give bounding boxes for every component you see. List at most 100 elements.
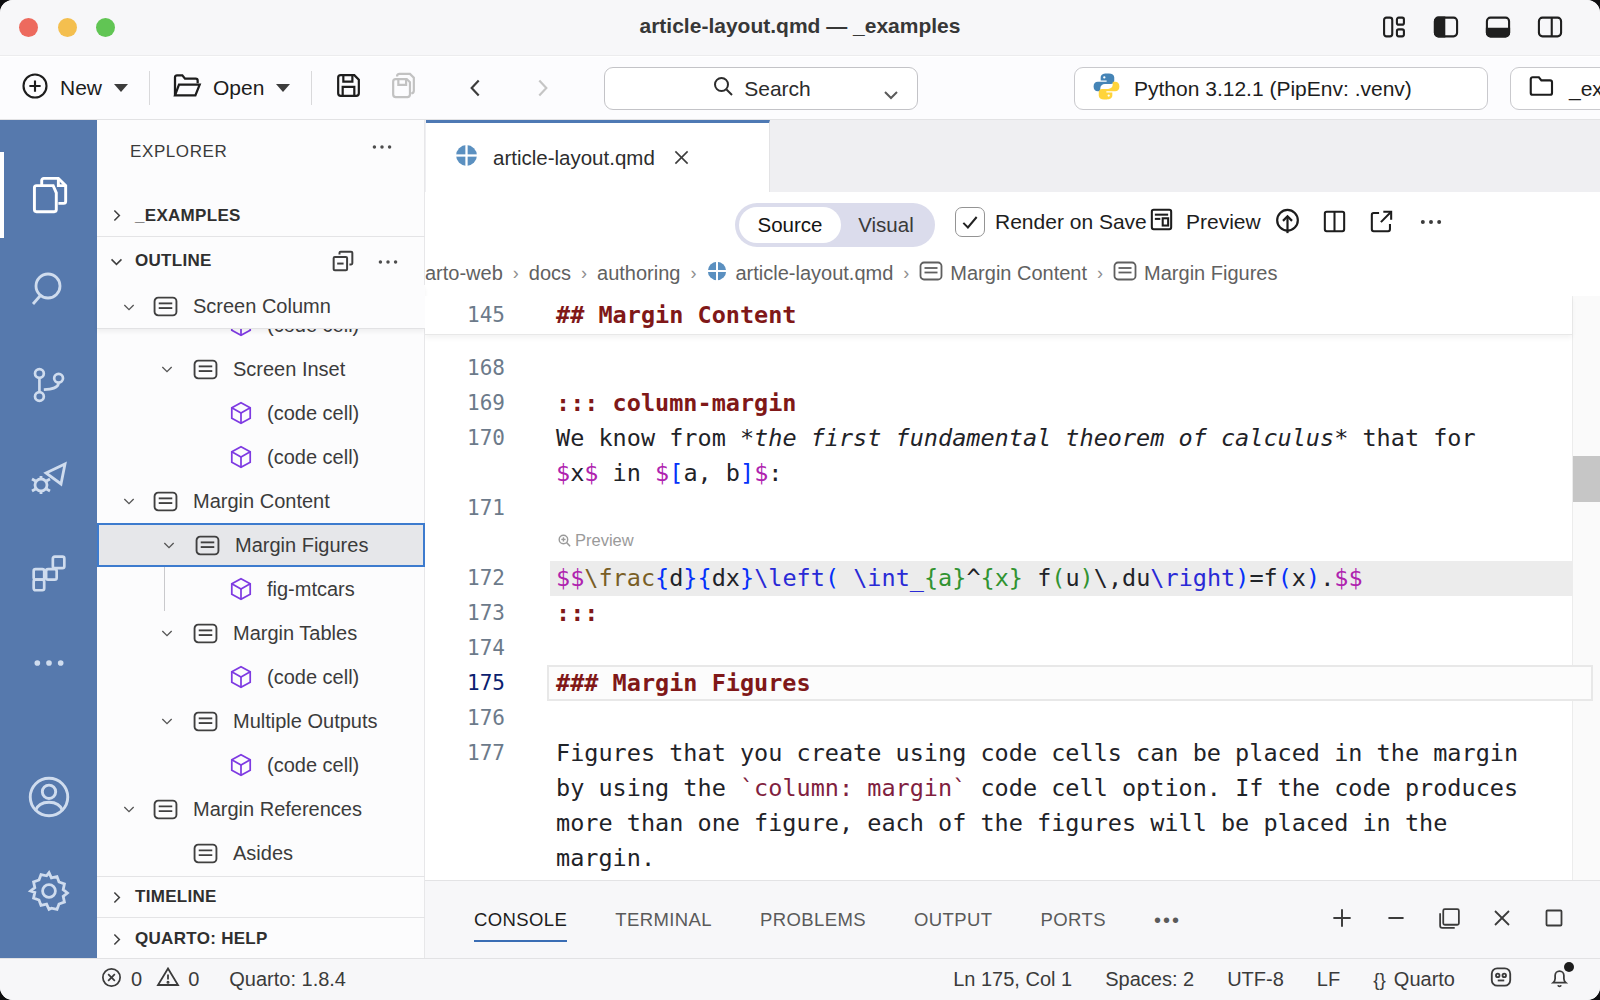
save-all-button[interactable]: [388, 70, 419, 106]
activity-bar: [0, 120, 97, 958]
chevron-down-icon[interactable]: [121, 493, 137, 509]
outline-item-screen-inset[interactable]: Screen Inset: [97, 347, 425, 391]
open-external-button[interactable]: [1367, 192, 1396, 251]
outline-item--code-cell-[interactable]: (code cell): [97, 655, 425, 699]
workspace-button[interactable]: _ex: [1510, 67, 1600, 110]
chevron-down-icon[interactable]: [159, 713, 175, 729]
encoding-status[interactable]: UTF-8: [1227, 968, 1284, 991]
extensions-activity-icon[interactable]: [0, 526, 97, 620]
breadcrumb-item[interactable]: article-layout.qmd: [706, 260, 893, 287]
panel-minimize-icon[interactable]: [1383, 905, 1409, 935]
toggle-bottom-panel-icon[interactable]: [1484, 13, 1512, 41]
outline-item-fig-mtcars[interactable]: fig-mtcars: [97, 567, 425, 611]
outline-section-header[interactable]: OUTLINE: [97, 237, 425, 285]
section-symbol-icon: [153, 296, 178, 317]
breadcrumb-item[interactable]: Margin Content: [919, 261, 1087, 286]
line-number: 175: [425, 666, 505, 701]
tab-article-layout[interactable]: article-layout.qmd: [426, 120, 770, 192]
toggle-left-panel-icon[interactable]: [1432, 13, 1460, 41]
outline-item-margin-figures[interactable]: Margin Figures: [97, 523, 425, 567]
code-editor[interactable]: 168169::: column-margin170We know from *…: [425, 296, 1600, 880]
outline-item--code-cell-[interactable]: (code cell): [97, 391, 425, 435]
outline-item-margin-references[interactable]: Margin References: [97, 787, 425, 831]
close-tab-icon[interactable]: [671, 147, 692, 168]
breadcrumb-item[interactable]: arto-web: [425, 262, 503, 285]
section-symbol-icon: [193, 843, 218, 864]
panel-maximize-icon[interactable]: [1542, 906, 1566, 934]
outline-item-asides[interactable]: Asides: [97, 831, 425, 875]
search-dropdown-chevron[interactable]: [881, 83, 901, 107]
new-dropdown-caret[interactable]: [114, 84, 128, 92]
source-mode-button[interactable]: Source: [739, 207, 841, 243]
run-debug-activity-icon[interactable]: [0, 432, 97, 526]
panel-split-icon[interactable]: [1437, 906, 1462, 935]
new-button[interactable]: New: [20, 71, 128, 106]
panel-tab-problems[interactable]: PROBLEMS: [760, 881, 866, 959]
breadcrumb-item[interactable]: Margin Figures: [1113, 261, 1277, 286]
forward-button[interactable]: [529, 75, 555, 101]
publish-button[interactable]: [1272, 192, 1303, 251]
outline-item-multiple-outputs[interactable]: Multiple Outputs: [97, 699, 425, 743]
explorer-more-actions-icon[interactable]: [369, 134, 395, 164]
interpreter-selector[interactable]: Python 3.12.1 (PipEnv: .venv): [1074, 67, 1488, 110]
outline-item-screen-column[interactable]: Screen Column: [97, 285, 425, 329]
render-on-save-checkbox[interactable]: Render on Save: [955, 192, 1147, 251]
panel-more-tabs-icon[interactable]: •••: [1154, 881, 1181, 959]
chevron-down-icon[interactable]: [159, 625, 175, 641]
outline-item-margin-tables[interactable]: Margin Tables: [97, 611, 425, 655]
source-control-activity-icon[interactable]: [0, 338, 97, 432]
explorer-activity-icon[interactable]: [0, 148, 97, 242]
panel-tab-ports[interactable]: PORTS: [1041, 881, 1106, 959]
outline-item-margin-content[interactable]: Margin Content: [97, 479, 425, 523]
outline-item-label: (code cell): [267, 666, 359, 689]
settings-gear-icon[interactable]: [0, 844, 97, 938]
collapse-all-icon[interactable]: [329, 247, 357, 280]
outline-more-actions-icon[interactable]: [375, 249, 401, 280]
panel-plus-icon[interactable]: [1329, 905, 1355, 935]
problems-status[interactable]: 0 0: [100, 965, 199, 994]
outline-item--code-cell-[interactable]: (code cell): [97, 743, 425, 787]
line-number: 176: [425, 701, 505, 736]
search-input[interactable]: Search: [604, 67, 918, 110]
search-activity-icon[interactable]: [0, 242, 97, 336]
split-editor-button[interactable]: [1320, 192, 1349, 251]
open-button[interactable]: Open: [171, 70, 290, 107]
panel-tab-output[interactable]: OUTPUT: [914, 881, 992, 959]
panel-tab-console[interactable]: CONSOLE: [474, 881, 567, 959]
customize-layout-icon[interactable]: [1380, 13, 1408, 41]
outline-item--code-cell-[interactable]: (code cell): [97, 435, 425, 479]
quarto-version-status[interactable]: Quarto: 1.8.4: [229, 968, 346, 991]
account-icon[interactable]: [0, 750, 97, 844]
notifications-bell-icon[interactable]: [1547, 965, 1572, 995]
save-button[interactable]: [333, 70, 364, 106]
editor-more-actions-icon[interactable]: [1417, 192, 1445, 251]
chevron-down-icon[interactable]: [121, 801, 137, 817]
panel-close-icon[interactable]: [1490, 906, 1514, 934]
more-activity-icon[interactable]: [0, 616, 97, 710]
visual-mode-button[interactable]: Visual: [841, 203, 931, 247]
bottom-panel: CONSOLE TERMINAL PROBLEMS OUTPUT PORTS •…: [425, 880, 1600, 958]
back-button[interactable]: [463, 75, 489, 101]
language-mode-status[interactable]: {} Quarto: [1373, 968, 1455, 991]
examples-section-header[interactable]: _EXAMPLES: [97, 195, 425, 237]
open-dropdown-caret[interactable]: [276, 84, 290, 92]
chevron-down-icon[interactable]: [159, 361, 175, 377]
quarto-help-section-header[interactable]: QUARTO: HELP: [97, 919, 425, 959]
preview-icon: [1147, 205, 1176, 239]
indentation-status[interactable]: Spaces: 2: [1105, 968, 1194, 991]
breadcrumb-item[interactable]: docs: [529, 262, 571, 285]
codelens-preview-link[interactable]: Preview: [556, 528, 634, 552]
breadcrumb-item[interactable]: authoring: [597, 262, 680, 285]
toggle-right-panel-icon[interactable]: [1536, 13, 1564, 41]
panel-tab-terminal[interactable]: TERMINAL: [615, 881, 712, 959]
cursor-position-status[interactable]: Ln 175, Col 1: [953, 968, 1072, 991]
preview-button[interactable]: Preview: [1147, 192, 1261, 251]
timeline-section-header[interactable]: TIMELINE: [97, 876, 425, 918]
section-symbol-icon: [193, 359, 218, 380]
chevron-down-icon[interactable]: [121, 299, 137, 315]
outline-item--code-cell-[interactable]: (code cell): [97, 329, 425, 347]
feedback-smiley-icon[interactable]: [1488, 964, 1514, 995]
sticky-scroll-line[interactable]: 145 ## Margin Content: [425, 296, 1572, 335]
eol-status[interactable]: LF: [1317, 968, 1340, 991]
chevron-down-icon[interactable]: [161, 537, 177, 553]
